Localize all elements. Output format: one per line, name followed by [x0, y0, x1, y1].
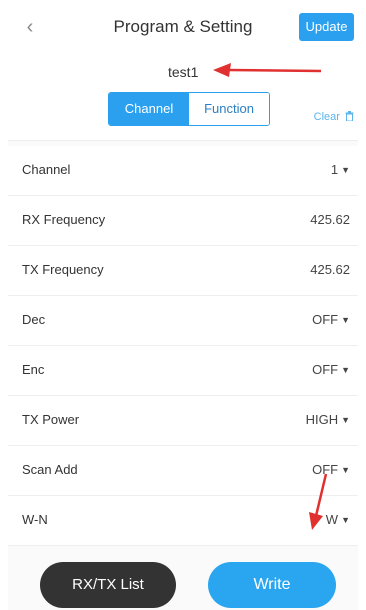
trash-icon [345, 111, 354, 122]
row-value: 1 ▼ [330, 162, 350, 177]
dropdown-caret-icon: ▼ [341, 415, 350, 425]
row-value: HIGH ▼ [305, 412, 350, 427]
write-button[interactable]: Write [208, 562, 336, 608]
row-scan-add[interactable]: Scan Add OFF ▼ [8, 446, 358, 496]
row-value: 425.62 [310, 212, 350, 227]
dropdown-caret-icon: ▼ [341, 315, 350, 325]
row-label: TX Frequency [22, 262, 104, 277]
row-w-n[interactable]: W-N W ▼ [8, 496, 358, 546]
dropdown-caret-icon: ▼ [341, 515, 350, 525]
update-button[interactable]: Update [299, 13, 354, 41]
dropdown-caret-icon: ▼ [341, 365, 350, 375]
tab-channel[interactable]: Channel [109, 93, 189, 125]
row-label: TX Power [22, 412, 80, 427]
rx-tx-list-button[interactable]: RX/TX List [40, 562, 176, 608]
row-value: OFF ▼ [312, 362, 350, 377]
header-bar: ‹ Program & Setting Update [8, 0, 358, 55]
row-channel[interactable]: Channel 1 ▼ [8, 146, 358, 196]
row-value: 425.62 [310, 262, 350, 277]
dropdown-caret-icon: ▼ [341, 165, 350, 175]
app-screen: ‹ Program & Setting Update test1 Channel… [8, 0, 358, 610]
row-label: Dec [22, 312, 46, 327]
clear-button[interactable]: Clear [314, 111, 354, 123]
annotation-arrow-icon [213, 63, 322, 77]
row-label: Channel [22, 162, 71, 177]
row-dec[interactable]: Dec OFF ▼ [8, 296, 358, 346]
device-name: test1 [168, 64, 199, 80]
tab-function[interactable]: Function [189, 93, 269, 125]
row-value: OFF ▼ [312, 312, 350, 327]
tab-bar: Channel Function Clear [8, 90, 358, 141]
row-rx-frequency[interactable]: RX Frequency 425.62 [8, 196, 358, 246]
clear-label: Clear [313, 111, 340, 123]
dropdown-caret-icon: ▼ [341, 465, 350, 475]
segmented-control: Channel Function [108, 92, 270, 126]
row-tx-frequency[interactable]: TX Frequency 425.62 [8, 246, 358, 296]
row-label: RX Frequency [22, 212, 106, 227]
annotation-arrow-icon [309, 473, 328, 530]
row-label: W-N [22, 512, 48, 527]
row-enc[interactable]: Enc OFF ▼ [8, 346, 358, 396]
row-tx-power[interactable]: TX Power HIGH ▼ [8, 396, 358, 446]
row-label: Enc [22, 362, 45, 377]
settings-list: Channel 1 ▼ RX Frequency 425.62 TX Freque… [8, 146, 358, 546]
footer-bar: RX/TX List Write [8, 548, 358, 610]
row-label: Scan Add [22, 462, 78, 477]
